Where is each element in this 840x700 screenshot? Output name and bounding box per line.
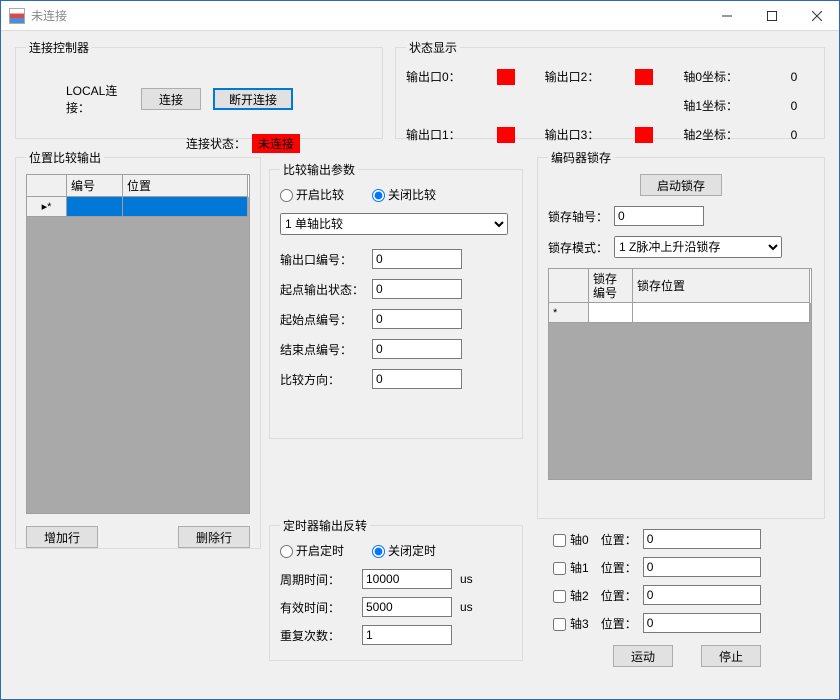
encoder-col-pos: 锁存位置 [633,269,810,303]
valid-unit: us [460,600,473,614]
start-pt-label: 起始点编号： [280,311,372,328]
period-label: 周期时间： [280,571,362,588]
local-connect-label: LOCAL连接： [66,82,141,116]
poscmp-legend: 位置比较输出 [26,149,104,166]
timer-legend: 定时器输出反转 [280,517,370,534]
start-state-label: 起点输出状态： [280,281,372,298]
connect-button[interactable]: 连接 [141,88,201,110]
disconnect-button[interactable]: 断开连接 [213,88,293,110]
titlebar: 未连接 [1,1,839,31]
axis1-pos-label: 位置： [601,559,637,576]
out3-indicator [635,127,653,143]
out0-indicator [497,69,515,85]
latch-axis-input[interactable] [614,206,704,226]
encoder-legend: 编码器锁存 [548,149,614,166]
connect-group: 连接控制器 LOCAL连接： 连接 断开连接 连接状态： 未连接 [15,39,383,139]
cmpparam-legend: 比较输出参数 [280,161,358,178]
connect-legend: 连接控制器 [26,39,92,56]
start-state-input[interactable] [372,279,462,299]
latch-mode-select[interactable]: 1 Z脉冲上升沿锁存 [614,236,782,258]
encoder-table[interactable]: 锁存 编号 锁存位置 * [548,268,812,480]
valid-label: 有效时间： [280,599,362,616]
start-pt-input[interactable] [372,309,462,329]
out1-label: 输出口1： [406,126,497,143]
poscmp-group: 位置比较输出 编号 位置 ▸* 增加行 删除行 [15,149,261,549]
axis2-label: 轴2坐标： [683,126,774,143]
axis0-check[interactable]: 轴0 [553,531,589,548]
axis3-check[interactable]: 轴3 [553,615,589,632]
axis2-pos-input[interactable] [643,585,761,605]
latch-mode-label: 锁存模式： [548,239,614,256]
poscmp-table[interactable]: 编号 位置 ▸* [26,174,250,514]
cmp-mode-select[interactable]: 1 单轴比较 [280,213,508,235]
table-row[interactable]: ▸* [27,197,249,217]
axis3-pos-input[interactable] [643,613,761,633]
timer-off-radio[interactable]: 关闭定时 [372,542,436,559]
maximize-button[interactable] [749,1,794,30]
timer-on-radio[interactable]: 开启定时 [280,542,344,559]
period-unit: us [460,572,473,586]
axis1-value: 0 [774,99,814,113]
valid-input[interactable] [362,597,452,617]
status-legend: 状态显示 [406,39,460,56]
axis0-value: 0 [774,70,814,84]
end-pt-label: 结束点编号： [280,341,372,358]
window-title: 未连接 [31,7,67,24]
axis1-label: 轴1坐标： [683,97,774,114]
axis0-pos-label: 位置： [601,531,637,548]
start-latch-button[interactable]: 启动锁存 [640,174,722,196]
out3-label: 输出口3： [545,126,636,143]
repeat-input[interactable] [362,625,452,645]
close-button[interactable] [794,1,839,30]
period-input[interactable] [362,569,452,589]
out2-indicator [635,69,653,85]
cmp-on-radio[interactable]: 开启比较 [280,186,344,203]
stop-button[interactable]: 停止 [701,645,761,667]
axis1-check[interactable]: 轴1 [553,559,589,576]
latch-axis-label: 锁存轴号： [548,208,614,225]
out-no-label: 输出口编号： [280,251,372,268]
axis2-check[interactable]: 轴2 [553,587,589,604]
del-row-button[interactable]: 删除行 [178,526,250,548]
axis2-pos-label: 位置： [601,587,637,604]
poscmp-col-no: 编号 [67,175,123,197]
encoder-col-no: 锁存 编号 [589,269,633,303]
minimize-button[interactable] [704,1,749,30]
poscmp-col-pos: 位置 [123,175,248,197]
axis1-pos-input[interactable] [643,557,761,577]
cmp-dir-label: 比较方向： [280,371,372,388]
axis3-pos-label: 位置： [601,615,637,632]
move-button[interactable]: 运动 [613,645,673,667]
cmp-off-radio[interactable]: 关闭比较 [372,186,436,203]
cmp-dir-input[interactable] [372,369,462,389]
axis0-label: 轴0坐标： [683,68,774,85]
out1-indicator [497,127,515,143]
repeat-label: 重复次数： [280,627,362,644]
end-pt-input[interactable] [372,339,462,359]
cmpparam-group: 比较输出参数 开启比较 关闭比较 1 单轴比较 输出口编号： 起点输出状态： 起… [269,161,523,439]
table-row[interactable]: * [549,303,811,323]
encoder-group: 编码器锁存 启动锁存 锁存轴号： 锁存模式： 1 Z脉冲上升沿锁存 锁存 编号 … [537,149,825,519]
axis2-value: 0 [774,128,814,142]
out-no-input[interactable] [372,249,462,269]
out0-label: 输出口0： [406,68,497,85]
status-group: 状态显示 输出口0： 输出口2： 轴0坐标： 0 轴1坐标： 0 输出口1： 输… [395,39,825,139]
timer-group: 定时器输出反转 开启定时 关闭定时 周期时间： us 有效时间： us 重复次数… [269,517,523,661]
add-row-button[interactable]: 增加行 [26,526,98,548]
app-icon [9,8,25,24]
axis0-pos-input[interactable] [643,529,761,549]
out2-label: 输出口2： [545,68,636,85]
